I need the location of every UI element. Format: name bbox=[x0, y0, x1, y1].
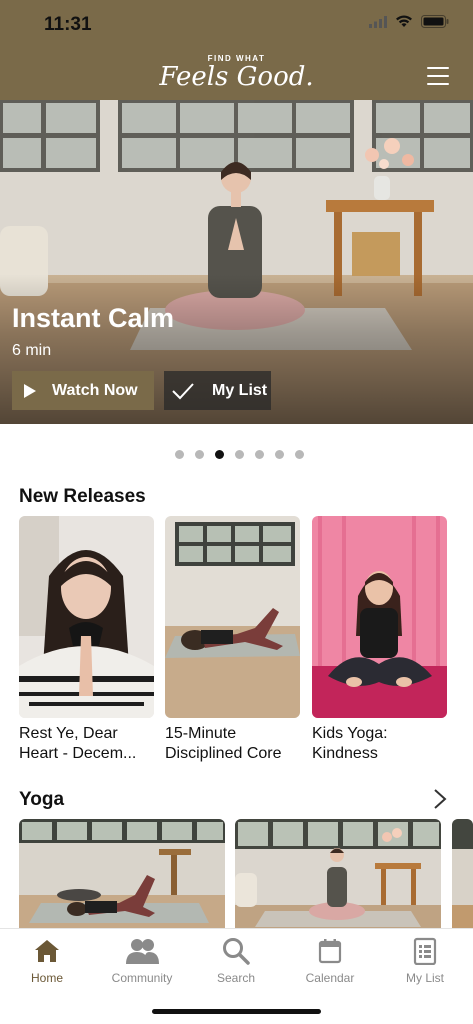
carousel-dot[interactable] bbox=[255, 450, 264, 459]
yoga-video-card[interactable] bbox=[235, 819, 441, 929]
video-title: 15-Minute Disciplined Core bbox=[165, 724, 300, 764]
my-list-button[interactable]: My List bbox=[164, 371, 271, 410]
yoga-video-thumbnail bbox=[19, 819, 225, 929]
wifi-icon bbox=[396, 15, 412, 27]
video-title-line: Kindness bbox=[312, 745, 378, 762]
yoga-video-card[interactable] bbox=[19, 819, 225, 929]
tab-community[interactable]: Community bbox=[95, 937, 189, 985]
tab-calendar-label: Calendar bbox=[305, 971, 355, 985]
yoga-video-thumbnail bbox=[235, 819, 441, 929]
watch-now-button[interactable]: Watch Now bbox=[12, 371, 154, 410]
new-releases-title: New Releases bbox=[19, 486, 146, 507]
hero-title: Instant Calm bbox=[12, 303, 175, 333]
carousel-dot[interactable] bbox=[175, 450, 184, 459]
play-icon bbox=[24, 383, 36, 398]
menu-button[interactable] bbox=[427, 67, 449, 85]
app-header: FIND WHAT Feels Good. bbox=[0, 50, 473, 100]
list-icon bbox=[413, 937, 437, 965]
video-title-line: Rest Ye, Dear bbox=[19, 725, 118, 742]
my-list-label: My List bbox=[212, 381, 268, 399]
yoga-video-card[interactable] bbox=[452, 819, 473, 929]
hero-banner[interactable]: Instant Calm 6 min Watch Now My List bbox=[0, 100, 473, 424]
video-title-line: Kids Yoga: bbox=[312, 725, 388, 742]
menu-bar bbox=[427, 83, 449, 85]
carousel-dot[interactable] bbox=[195, 450, 204, 459]
signal-icon bbox=[369, 15, 387, 28]
video-card[interactable]: 15-Minute Disciplined Core bbox=[165, 516, 300, 764]
video-thumbnail bbox=[19, 516, 154, 718]
yoga-section-title: Yoga bbox=[19, 789, 65, 810]
home-icon bbox=[35, 940, 59, 962]
tab-search[interactable]: Search bbox=[189, 937, 283, 985]
video-title-line: 15-Minute bbox=[165, 725, 237, 742]
carousel-dot[interactable] bbox=[235, 450, 244, 459]
carousel-dot-active[interactable] bbox=[215, 450, 224, 459]
video-title: Kids Yoga: Kindness bbox=[312, 724, 447, 764]
video-thumbnail bbox=[312, 516, 447, 718]
checkmark-icon bbox=[172, 382, 194, 399]
search-icon bbox=[223, 938, 250, 965]
tab-home[interactable]: Home bbox=[0, 937, 94, 985]
video-title-line: Heart - Decem... bbox=[19, 745, 137, 762]
tab-community-label: Community bbox=[111, 971, 173, 985]
hero-duration: 6 min bbox=[12, 342, 52, 359]
video-card[interactable]: Kids Yoga: Kindness bbox=[312, 516, 447, 764]
watch-now-label: Watch Now bbox=[52, 381, 138, 399]
status-bar: 11:31 bbox=[0, 0, 473, 50]
tab-my-list-label: My List bbox=[405, 971, 444, 985]
tab-calendar[interactable]: Calendar bbox=[283, 937, 377, 985]
status-icons bbox=[369, 15, 449, 28]
chevron-right-icon[interactable] bbox=[433, 788, 447, 810]
logo-wordmark: Feels Good. bbox=[159, 62, 314, 92]
yoga-video-thumbnail bbox=[452, 819, 473, 929]
app-logo[interactable]: FIND WHAT Feels Good. bbox=[0, 54, 473, 92]
tab-search-label: Search bbox=[216, 971, 256, 985]
tab-my-list[interactable]: My List bbox=[378, 937, 472, 985]
tab-home-label: Home bbox=[30, 971, 63, 985]
video-title: Rest Ye, Dear Heart - Decem... bbox=[19, 724, 154, 764]
video-title-line: Disciplined Core bbox=[165, 745, 282, 762]
calendar-icon bbox=[318, 939, 342, 964]
carousel-dot[interactable] bbox=[295, 450, 304, 459]
status-time: 11:31 bbox=[44, 14, 92, 35]
battery-icon bbox=[421, 15, 449, 28]
video-thumbnail bbox=[165, 516, 300, 718]
community-icon bbox=[126, 939, 159, 964]
carousel-dot[interactable] bbox=[275, 450, 284, 459]
video-card[interactable]: Rest Ye, Dear Heart - Decem... bbox=[19, 516, 154, 764]
menu-bar bbox=[427, 67, 449, 69]
carousel-pagination bbox=[0, 450, 473, 459]
home-indicator[interactable] bbox=[152, 1009, 321, 1014]
menu-bar bbox=[427, 75, 449, 77]
